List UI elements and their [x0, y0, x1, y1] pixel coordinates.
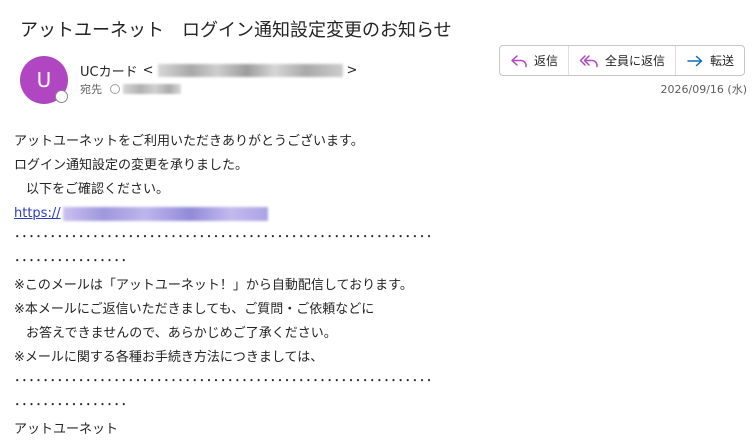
message-actions: 返信 全員に返信 転送	[499, 45, 746, 76]
dotted-divider: ････････････････	[14, 398, 128, 413]
dotted-divider: ････････････････	[14, 254, 128, 269]
to-label: 宛先	[80, 83, 102, 96]
reply-all-button[interactable]: 全員に返信	[568, 46, 675, 75]
dotted-divider: ････････････････････････････････････････…	[14, 374, 434, 389]
forward-arrow-icon	[687, 55, 703, 66]
login-link[interactable]: https://	[14, 202, 61, 226]
reply-all-label: 全員に返信	[605, 54, 666, 68]
body-line: アットユーネットをご利用いただきありがとうございます。	[14, 134, 364, 149]
body-line: ログイン通知設定の変更を承りました。	[14, 158, 249, 173]
email-bracket-open: <	[142, 63, 154, 78]
redacted-sender-email	[157, 64, 343, 77]
redacted-url[interactable]	[62, 207, 268, 221]
reply-label: 返信	[534, 54, 559, 68]
forward-button[interactable]: 転送	[675, 46, 744, 75]
presence-status-icon	[55, 90, 68, 103]
email-body: アットユーネットをご利用いただきありがとうございます。 ログイン通知設定の変更を…	[14, 130, 434, 441]
redacted-recipient-name[interactable]	[123, 84, 181, 94]
email-bracket-close: >	[346, 63, 358, 78]
email-reading-pane: アットユーネット ログイン通知設定変更のお知らせ U UCカード < > 宛先 …	[0, 0, 754, 441]
sender-name[interactable]: UCカード	[80, 61, 138, 80]
sender-line: UCカード < >	[80, 61, 357, 80]
reply-button[interactable]: 返信	[500, 46, 568, 75]
forward-label: 転送	[710, 54, 735, 68]
dotted-divider: ････････････････････････････････････････…	[14, 230, 434, 245]
signature: アットユーネット	[14, 422, 119, 437]
body-notice: ※本メールにご返信いただきましても、ご質問・ご依頼などに	[14, 302, 375, 317]
reply-icon	[511, 54, 527, 67]
reply-all-icon	[579, 54, 598, 67]
body-notice: ※このメールは「アットユーネット！」から自動配信しております。	[14, 278, 413, 293]
body-line: 以下をご確認ください。	[26, 182, 170, 197]
email-subject: アットユーネット ログイン通知設定変更のお知らせ	[20, 20, 452, 41]
received-date: 2026/09/16 (水)	[660, 83, 747, 96]
body-notice: お答えできませんので、あらかじめご了承ください。	[26, 326, 337, 341]
recipient-line: 宛先	[80, 81, 181, 97]
avatar-initial: U	[36, 68, 52, 92]
body-notice: ※メールに関する各種お手続き方法につきましては、	[14, 350, 324, 365]
body-link-row: https://	[14, 202, 434, 226]
recipient-presence-icon	[110, 84, 120, 94]
